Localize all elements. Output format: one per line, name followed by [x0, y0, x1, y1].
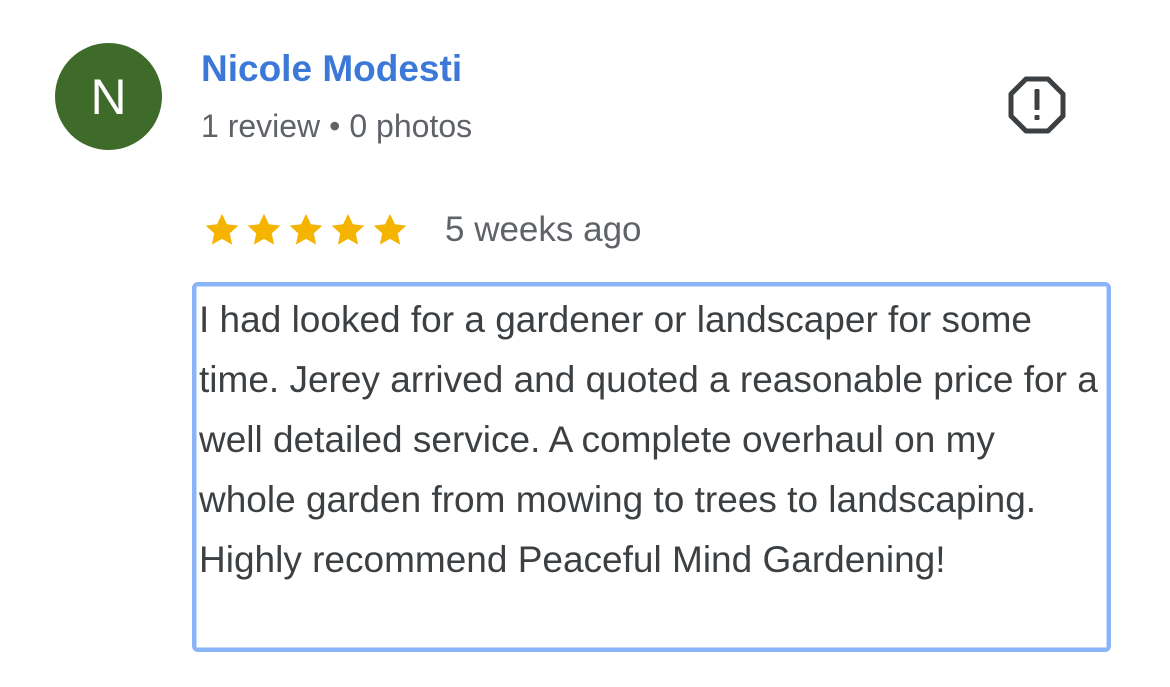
- report-review-button[interactable]: [1006, 74, 1068, 136]
- reviews-count: 1 review: [201, 108, 321, 144]
- review-card: N Nicole Modesti 1 review • 0 photos 5 wee…: [0, 0, 1170, 687]
- star-icon: [205, 213, 239, 245]
- star-icon: [331, 213, 365, 245]
- report-flag-icon: [1008, 76, 1066, 134]
- review-text: I had looked for a gardener or landscape…: [199, 299, 1098, 580]
- reviewer-meta: 1 review • 0 photos: [201, 106, 472, 146]
- photos-count: 0 photos: [349, 108, 473, 144]
- reviewer-name[interactable]: Nicole Modesti: [201, 47, 462, 91]
- review-date: 5 weeks ago: [445, 210, 642, 249]
- avatar[interactable]: N: [55, 43, 162, 150]
- meta-separator: •: [329, 108, 341, 144]
- star-icon: [289, 213, 323, 245]
- star-icon: [373, 213, 407, 245]
- rating-row: 5 weeks ago: [203, 205, 642, 255]
- star-rating: [203, 211, 409, 249]
- star-icon: [247, 213, 281, 245]
- avatar-initial: N: [90, 68, 127, 125]
